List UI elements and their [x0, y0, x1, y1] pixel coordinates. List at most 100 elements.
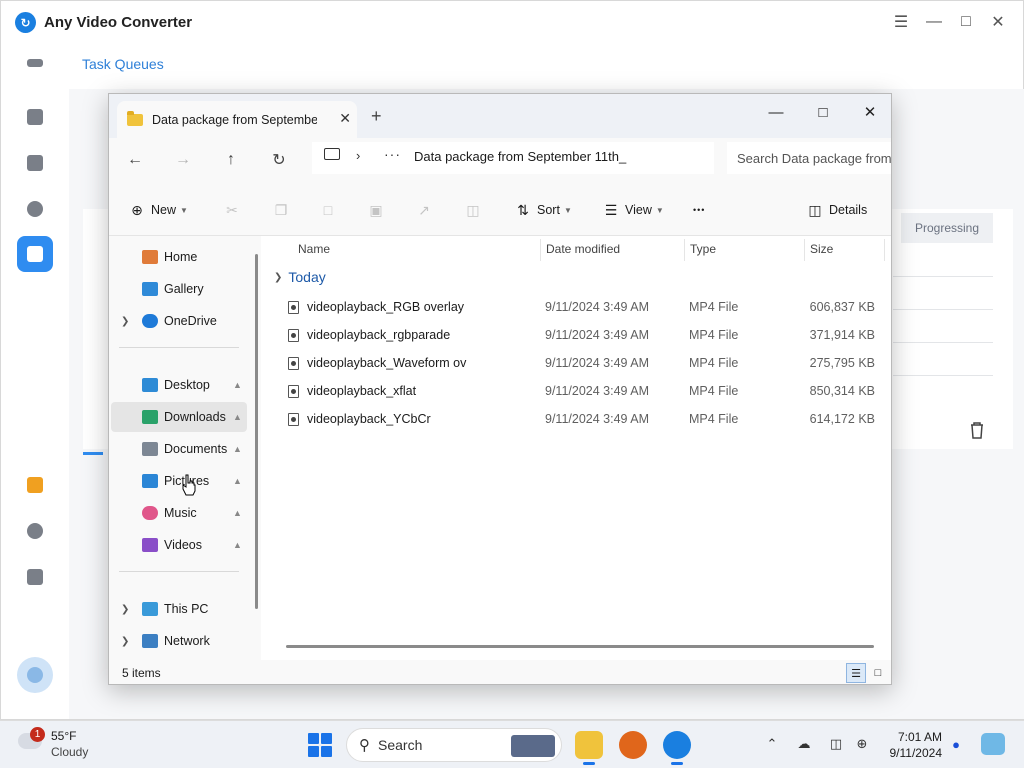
nav-item-downloads[interactable]: Downloads ▲ [111, 402, 247, 432]
row-divider [893, 276, 993, 277]
sort-button[interactable]: ⇅ Sort ▼ [515, 200, 572, 220]
app-title: Any Video Converter [44, 14, 193, 31]
refresh-icon[interactable]: ↻ [267, 148, 291, 172]
details-view-icon[interactable]: ☰ [846, 663, 866, 683]
task-queues-link[interactable]: Task Queues [82, 56, 164, 72]
delete-button[interactable]: ◫ [465, 200, 487, 220]
view-button[interactable]: ☰ View ▼ [603, 200, 664, 220]
new-button[interactable]: ⊕ New ▼ [129, 200, 188, 220]
history-icon[interactable] [17, 191, 53, 227]
tiles-view-icon[interactable]: □ [868, 663, 888, 683]
nav-item-music[interactable]: Music ▲ [111, 498, 247, 528]
video-file-icon [288, 300, 299, 314]
search-input[interactable]: Search Data package from [727, 142, 891, 174]
horizontal-scrollbar[interactable] [286, 645, 874, 648]
nav-scrollbar[interactable] [255, 254, 258, 609]
column-divider[interactable] [884, 239, 885, 261]
close-icon[interactable]: ✕ [987, 11, 1009, 33]
file-explorer-window: Data package from September ✕ + — □ ✕ ← … [108, 93, 892, 685]
toolbox-icon[interactable] [17, 99, 53, 135]
nav-item-desktop[interactable]: Desktop ▲ [111, 370, 247, 400]
group-header-today[interactable]: ❯ Today [274, 269, 326, 285]
scissors-icon: ✂ [226, 201, 238, 218]
video-file-icon [288, 384, 299, 398]
rename-button[interactable]: ▣ [368, 200, 390, 220]
breadcrumb[interactable]: Data package from September 11th_ [414, 149, 626, 164]
collapse-menu-icon[interactable] [17, 45, 53, 81]
copilot-icon[interactable] [981, 733, 1005, 755]
paste-button[interactable]: □ [320, 200, 342, 220]
clock-time: 7:01 AM [897, 730, 942, 744]
menu-icon[interactable]: ☰ [890, 11, 912, 33]
file-row[interactable]: videoplayback_xflat 9/11/2024 3:49 AM MP… [284, 377, 884, 405]
column-divider[interactable] [804, 239, 805, 261]
taskbar-search[interactable]: ⚲ Search [346, 728, 562, 762]
search-icon: ⚲ [359, 737, 370, 754]
nav-item-pictures[interactable]: Pictures ▲ [111, 466, 247, 496]
column-header-date[interactable]: Date modified [546, 242, 620, 256]
file-row[interactable]: videoplayback_YCbCr 9/11/2024 3:49 AM MP… [284, 405, 884, 433]
column-divider[interactable] [684, 239, 685, 261]
video-icon [142, 538, 158, 552]
settings-gear-icon[interactable] [17, 513, 53, 549]
chevron-right-icon[interactable]: ❯ [121, 636, 129, 647]
chevron-right-icon[interactable]: ❯ [121, 604, 129, 615]
close-icon[interactable]: ✕ [855, 100, 885, 124]
chevron-right-icon[interactable]: ❯ [121, 316, 129, 327]
nav-divider [119, 571, 239, 572]
nav-item-this-pc[interactable]: ❯ This PC [111, 594, 247, 624]
back-arrow-icon[interactable]: ← [123, 148, 147, 172]
details-button[interactable]: ◫ Details [807, 200, 867, 220]
explorer-tab[interactable]: Data package from September ✕ [117, 101, 357, 138]
file-row[interactable]: videoplayback_rgbparade 9/11/2024 3:49 A… [284, 321, 884, 349]
more-crumbs-icon[interactable]: ··· [384, 146, 401, 162]
display-icon[interactable]: ◫ [827, 735, 845, 753]
firefox-icon[interactable] [619, 731, 647, 759]
notification-bell-icon[interactable]: ● [947, 735, 965, 753]
nav-item-videos[interactable]: Videos ▲ [111, 530, 247, 560]
close-tab-icon[interactable]: ✕ [339, 110, 351, 127]
any-video-converter-taskbar-icon[interactable] [663, 731, 691, 765]
up-arrow-icon[interactable]: ↑ [219, 148, 243, 172]
nav-item-network[interactable]: ❯ Network [111, 626, 247, 656]
library-icon[interactable] [17, 145, 53, 181]
new-tab-icon[interactable]: + [371, 106, 382, 127]
forward-arrow-icon[interactable]: → [171, 148, 195, 172]
view-label: View [625, 203, 652, 217]
nav-item-documents[interactable]: Documents ▲ [111, 434, 247, 464]
system-clock[interactable]: 7:01 AM 9/11/2024 [884, 729, 943, 761]
windows-start-icon[interactable] [308, 733, 332, 757]
column-header-size[interactable]: Size [810, 242, 833, 256]
nav-item-onedrive[interactable]: ❯ OneDrive [111, 306, 247, 336]
task-queue-icon[interactable] [17, 236, 53, 272]
column-header-name[interactable]: Name [298, 242, 330, 256]
nav-item-home[interactable]: Home [111, 242, 247, 272]
maximize-icon[interactable]: □ [808, 100, 838, 124]
network-status-icon[interactable]: ⊕ [853, 735, 871, 753]
share-button[interactable]: ↗ [416, 200, 438, 220]
minimize-icon[interactable]: — [761, 100, 791, 124]
minimize-icon[interactable]: — [923, 11, 945, 33]
cloud-offline-icon[interactable]: ☁ [795, 735, 813, 753]
cut-button[interactable]: ✂ [224, 200, 246, 220]
file-row[interactable]: videoplayback_Waveform ov 9/11/2024 3:49… [284, 349, 884, 377]
weather-temperature[interactable]: 55°F [51, 729, 76, 743]
help-icon[interactable] [17, 559, 53, 595]
column-divider[interactable] [540, 239, 541, 261]
column-header-type[interactable]: Type [690, 242, 716, 256]
copy-button[interactable]: ❐ [273, 200, 295, 220]
search-highlight-image [511, 735, 555, 757]
more-options-button[interactable]: ••• [693, 200, 705, 220]
file-row[interactable]: videoplayback_RGB overlay 9/11/2024 3:49… [284, 293, 884, 321]
maximize-icon[interactable]: □ [955, 11, 977, 33]
nav-item-gallery[interactable]: Gallery [111, 274, 247, 304]
chevron-up-icon[interactable]: ⌃ [763, 735, 781, 753]
cart-icon[interactable] [17, 467, 53, 503]
weather-condition[interactable]: Cloudy [51, 745, 88, 759]
monitor-icon [324, 148, 340, 160]
delete-trash-icon[interactable] [963, 416, 991, 444]
file-explorer-taskbar-icon[interactable] [575, 731, 603, 765]
chevron-right-icon[interactable]: › [356, 148, 360, 163]
sort-label: Sort [537, 203, 560, 217]
user-avatar[interactable] [17, 657, 53, 693]
